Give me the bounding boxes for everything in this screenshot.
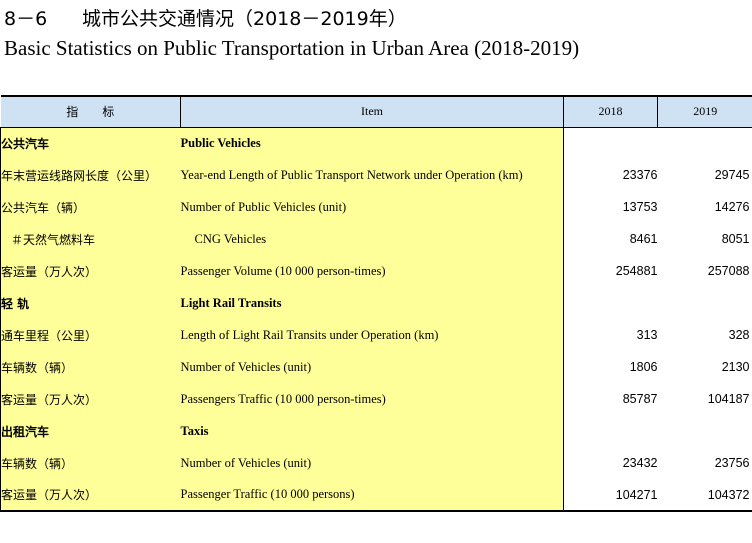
row-label-english: Passengers Traffic (10 000 person-times) <box>180 383 564 415</box>
value-2018 <box>563 127 658 159</box>
row-label-english: Year-end Length of Public Transport Netw… <box>180 159 564 191</box>
header-year-2018: 2018 <box>563 95 658 128</box>
row-label-english: Number of Public Vehicles (unit) <box>180 191 564 223</box>
section-header-row: 公共汽车 Public Vehicles <box>0 127 752 159</box>
row-label-english: Public Vehicles <box>180 127 564 159</box>
transport-statistics-table: 指 标 Item 2018 2019 公共汽车 Public Vehicles 年末… <box>0 95 752 512</box>
row-label-chinese: 公共汽车 <box>0 127 181 159</box>
row-label-chinese: 公共汽车（辆） <box>0 191 181 223</box>
value-2018: 23432 <box>563 447 658 479</box>
row-label-english: CNG Vehicles <box>180 223 564 255</box>
row-label-english: Number of Vehicles (unit) <box>180 351 564 383</box>
table-header-row: 指 标 Item 2018 2019 <box>0 95 752 128</box>
value-2019: 2130 <box>657 351 752 383</box>
value-2019: 104187 <box>657 383 752 415</box>
table-row: 车辆数（辆） Number of Vehicles (unit) 1806 2130 <box>0 351 752 383</box>
value-2019: 23756 <box>657 447 752 479</box>
value-2019: 257088 <box>657 255 752 287</box>
row-label-chinese: 车辆数（辆） <box>0 447 181 479</box>
header-year-2019: 2019 <box>657 95 752 128</box>
header-indicator: 指 标 <box>0 95 181 128</box>
value-2019: 8051 <box>657 223 752 255</box>
value-2018: 313 <box>563 319 658 351</box>
table-title-chinese: 8－6 城市公共交通情况（2018－2019年） <box>4 4 407 31</box>
value-2018: 1806 <box>563 351 658 383</box>
row-label-english: Passenger Volume (10 000 person-times) <box>180 255 564 287</box>
table-row: 年末营运线路网长度（公里） Year-end Length of Public T… <box>0 159 752 191</box>
value-2018 <box>563 415 658 447</box>
table-row: 通车里程（公里） Length of Light Rail Transits un… <box>0 319 752 351</box>
table-row: ＃天然气燃料车 CNG Vehicles 8461 8051 <box>0 223 752 255</box>
value-2018: 8461 <box>563 223 658 255</box>
value-2019: 104372 <box>657 479 752 512</box>
value-2018 <box>563 287 658 319</box>
value-2018: 13753 <box>563 191 658 223</box>
value-2019: 29745 <box>657 159 752 191</box>
value-2019: 328 <box>657 319 752 351</box>
value-2018: 254881 <box>563 255 658 287</box>
value-2018: 23376 <box>563 159 658 191</box>
row-label-english: Number of Vehicles (unit) <box>180 447 564 479</box>
row-label-chinese: 车辆数（辆） <box>0 351 181 383</box>
section-header-row: 轻 轨 Light Rail Transits <box>0 287 752 319</box>
table-row: 客运量（万人次） Passengers Traffic (10 000 perso… <box>0 383 752 415</box>
title-chinese-text: 城市公共交通情况（2018－2019年） <box>82 8 407 30</box>
row-label-chinese: 客运量（万人次） <box>0 255 181 287</box>
row-label-chinese: 年末营运线路网长度（公里） <box>0 159 181 191</box>
table-body: 公共汽车 Public Vehicles 年末营运线路网长度（公里） Year-end… <box>0 127 752 512</box>
value-2019 <box>657 127 752 159</box>
table-title-english: Basic Statistics on Public Transportatio… <box>4 36 580 60</box>
section-header-row: 出租汽车 Taxis <box>0 415 752 447</box>
value-2018: 104271 <box>563 479 658 512</box>
row-label-chinese: 客运量（万人次） <box>0 383 181 415</box>
table-row: 客运量（万人次） Passenger Traffic (10 000 person… <box>0 479 752 512</box>
row-label-chinese: 轻 轨 <box>0 287 181 319</box>
table-row: 公共汽车（辆） Number of Public Vehicles (unit) 1… <box>0 191 752 223</box>
row-label-chinese: 通车里程（公里） <box>0 319 181 351</box>
row-label-english: Taxis <box>180 415 564 447</box>
row-label-chinese: 出租汽车 <box>0 415 181 447</box>
value-2019: 14276 <box>657 191 752 223</box>
value-2019 <box>657 287 752 319</box>
value-2019 <box>657 415 752 447</box>
row-label-chinese: 客运量（万人次） <box>0 479 181 512</box>
row-label-english: Length of Light Rail Transits under Oper… <box>180 319 564 351</box>
table-number: 8－6 <box>4 8 48 30</box>
value-2018: 85787 <box>563 383 658 415</box>
table-row: 车辆数（辆） Number of Vehicles (unit) 23432 2375… <box>0 447 752 479</box>
header-item: Item <box>180 95 564 128</box>
table-row: 客运量（万人次） Passenger Volume (10 000 person-… <box>0 255 752 287</box>
row-label-chinese: ＃天然气燃料车 <box>0 223 181 255</box>
row-label-english: Light Rail Transits <box>180 287 564 319</box>
row-label-english: Passenger Traffic (10 000 persons) <box>180 479 564 512</box>
